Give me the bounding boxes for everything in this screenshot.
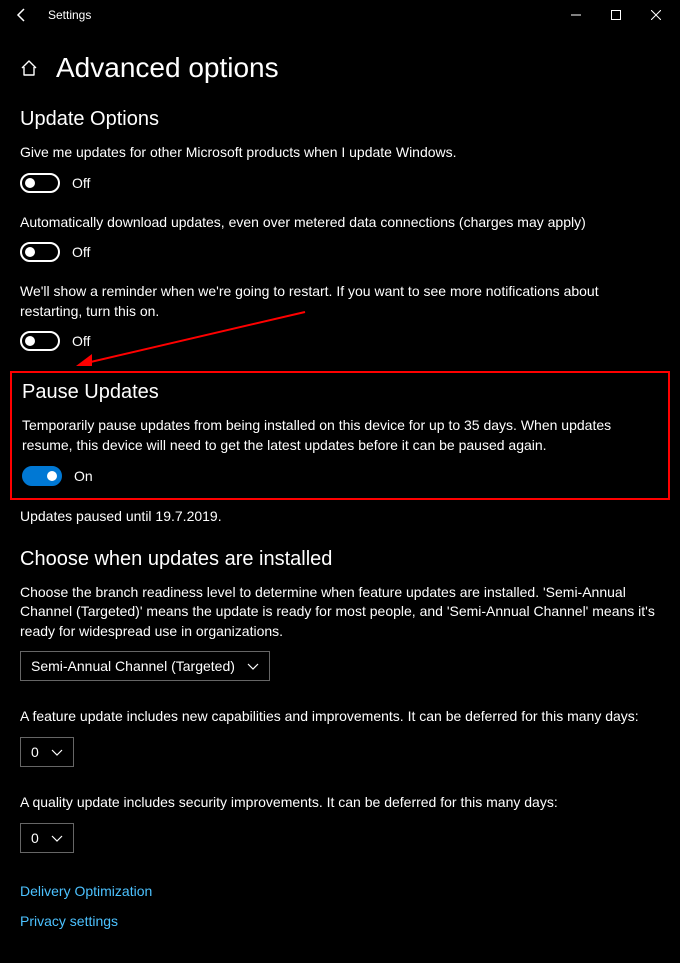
toggle-other-products-row: Off [20, 173, 660, 193]
content-area: Update Options Give me updates for other… [0, 94, 680, 963]
branch-readiness-dropdown[interactable]: Semi-Annual Channel (Targeted) [20, 651, 270, 681]
feature-update-desc: A feature update includes new capabiliti… [20, 707, 660, 727]
toggle-pause-updates[interactable] [22, 466, 62, 486]
feature-defer-value: 0 [31, 744, 39, 760]
chevron-down-icon [247, 658, 259, 674]
chevron-down-icon [51, 744, 63, 760]
option-metered-desc: Automatically download updates, even ove… [20, 213, 660, 233]
delivery-optimization-link[interactable]: Delivery Optimization [20, 883, 660, 899]
toggle-metered-state: Off [72, 244, 90, 260]
page-header: Advanced options [0, 30, 680, 94]
close-button[interactable] [636, 0, 676, 30]
quality-defer-value: 0 [31, 830, 39, 846]
option-restart-reminder-desc: We'll show a reminder when we're going t… [20, 282, 660, 321]
home-button[interactable] [20, 59, 38, 77]
app-title: Settings [48, 8, 91, 22]
back-arrow-icon [14, 7, 30, 23]
branch-readiness-value: Semi-Annual Channel (Targeted) [31, 658, 235, 674]
maximize-button[interactable] [596, 0, 636, 30]
toggle-pause-updates-row: On [22, 466, 658, 486]
option-other-products-desc: Give me updates for other Microsoft prod… [20, 143, 660, 163]
toggle-restart-reminder[interactable] [20, 331, 60, 351]
pause-updates-heading: Pause Updates [22, 381, 658, 404]
quality-defer-dropdown[interactable]: 0 [20, 823, 74, 853]
titlebar: Settings [0, 0, 680, 30]
toggle-restart-reminder-state: Off [72, 333, 90, 349]
chevron-down-icon [51, 830, 63, 846]
pause-status-text: Updates paused until 19.7.2019. [20, 508, 660, 524]
toggle-metered-row: Off [20, 242, 660, 262]
toggle-metered[interactable] [20, 242, 60, 262]
home-icon [20, 59, 38, 77]
feature-defer-dropdown[interactable]: 0 [20, 737, 74, 767]
toggle-pause-updates-state: On [74, 468, 93, 484]
choose-when-desc: Choose the branch readiness level to det… [20, 583, 660, 642]
pause-updates-highlight: Pause Updates Temporarily pause updates … [10, 371, 670, 499]
toggle-other-products[interactable] [20, 173, 60, 193]
minimize-button[interactable] [556, 0, 596, 30]
maximize-icon [611, 10, 621, 20]
back-button[interactable] [4, 0, 40, 30]
close-icon [651, 10, 661, 20]
privacy-settings-link[interactable]: Privacy settings [20, 913, 660, 929]
window-controls [556, 0, 676, 30]
toggle-restart-reminder-row: Off [20, 331, 660, 351]
pause-updates-desc: Temporarily pause updates from being ins… [22, 416, 658, 455]
toggle-other-products-state: Off [72, 175, 90, 191]
minimize-icon [571, 10, 581, 20]
choose-when-heading: Choose when updates are installed [20, 548, 660, 571]
quality-update-desc: A quality update includes security impro… [20, 793, 660, 813]
page-title: Advanced options [56, 52, 279, 84]
update-options-heading: Update Options [20, 108, 660, 131]
